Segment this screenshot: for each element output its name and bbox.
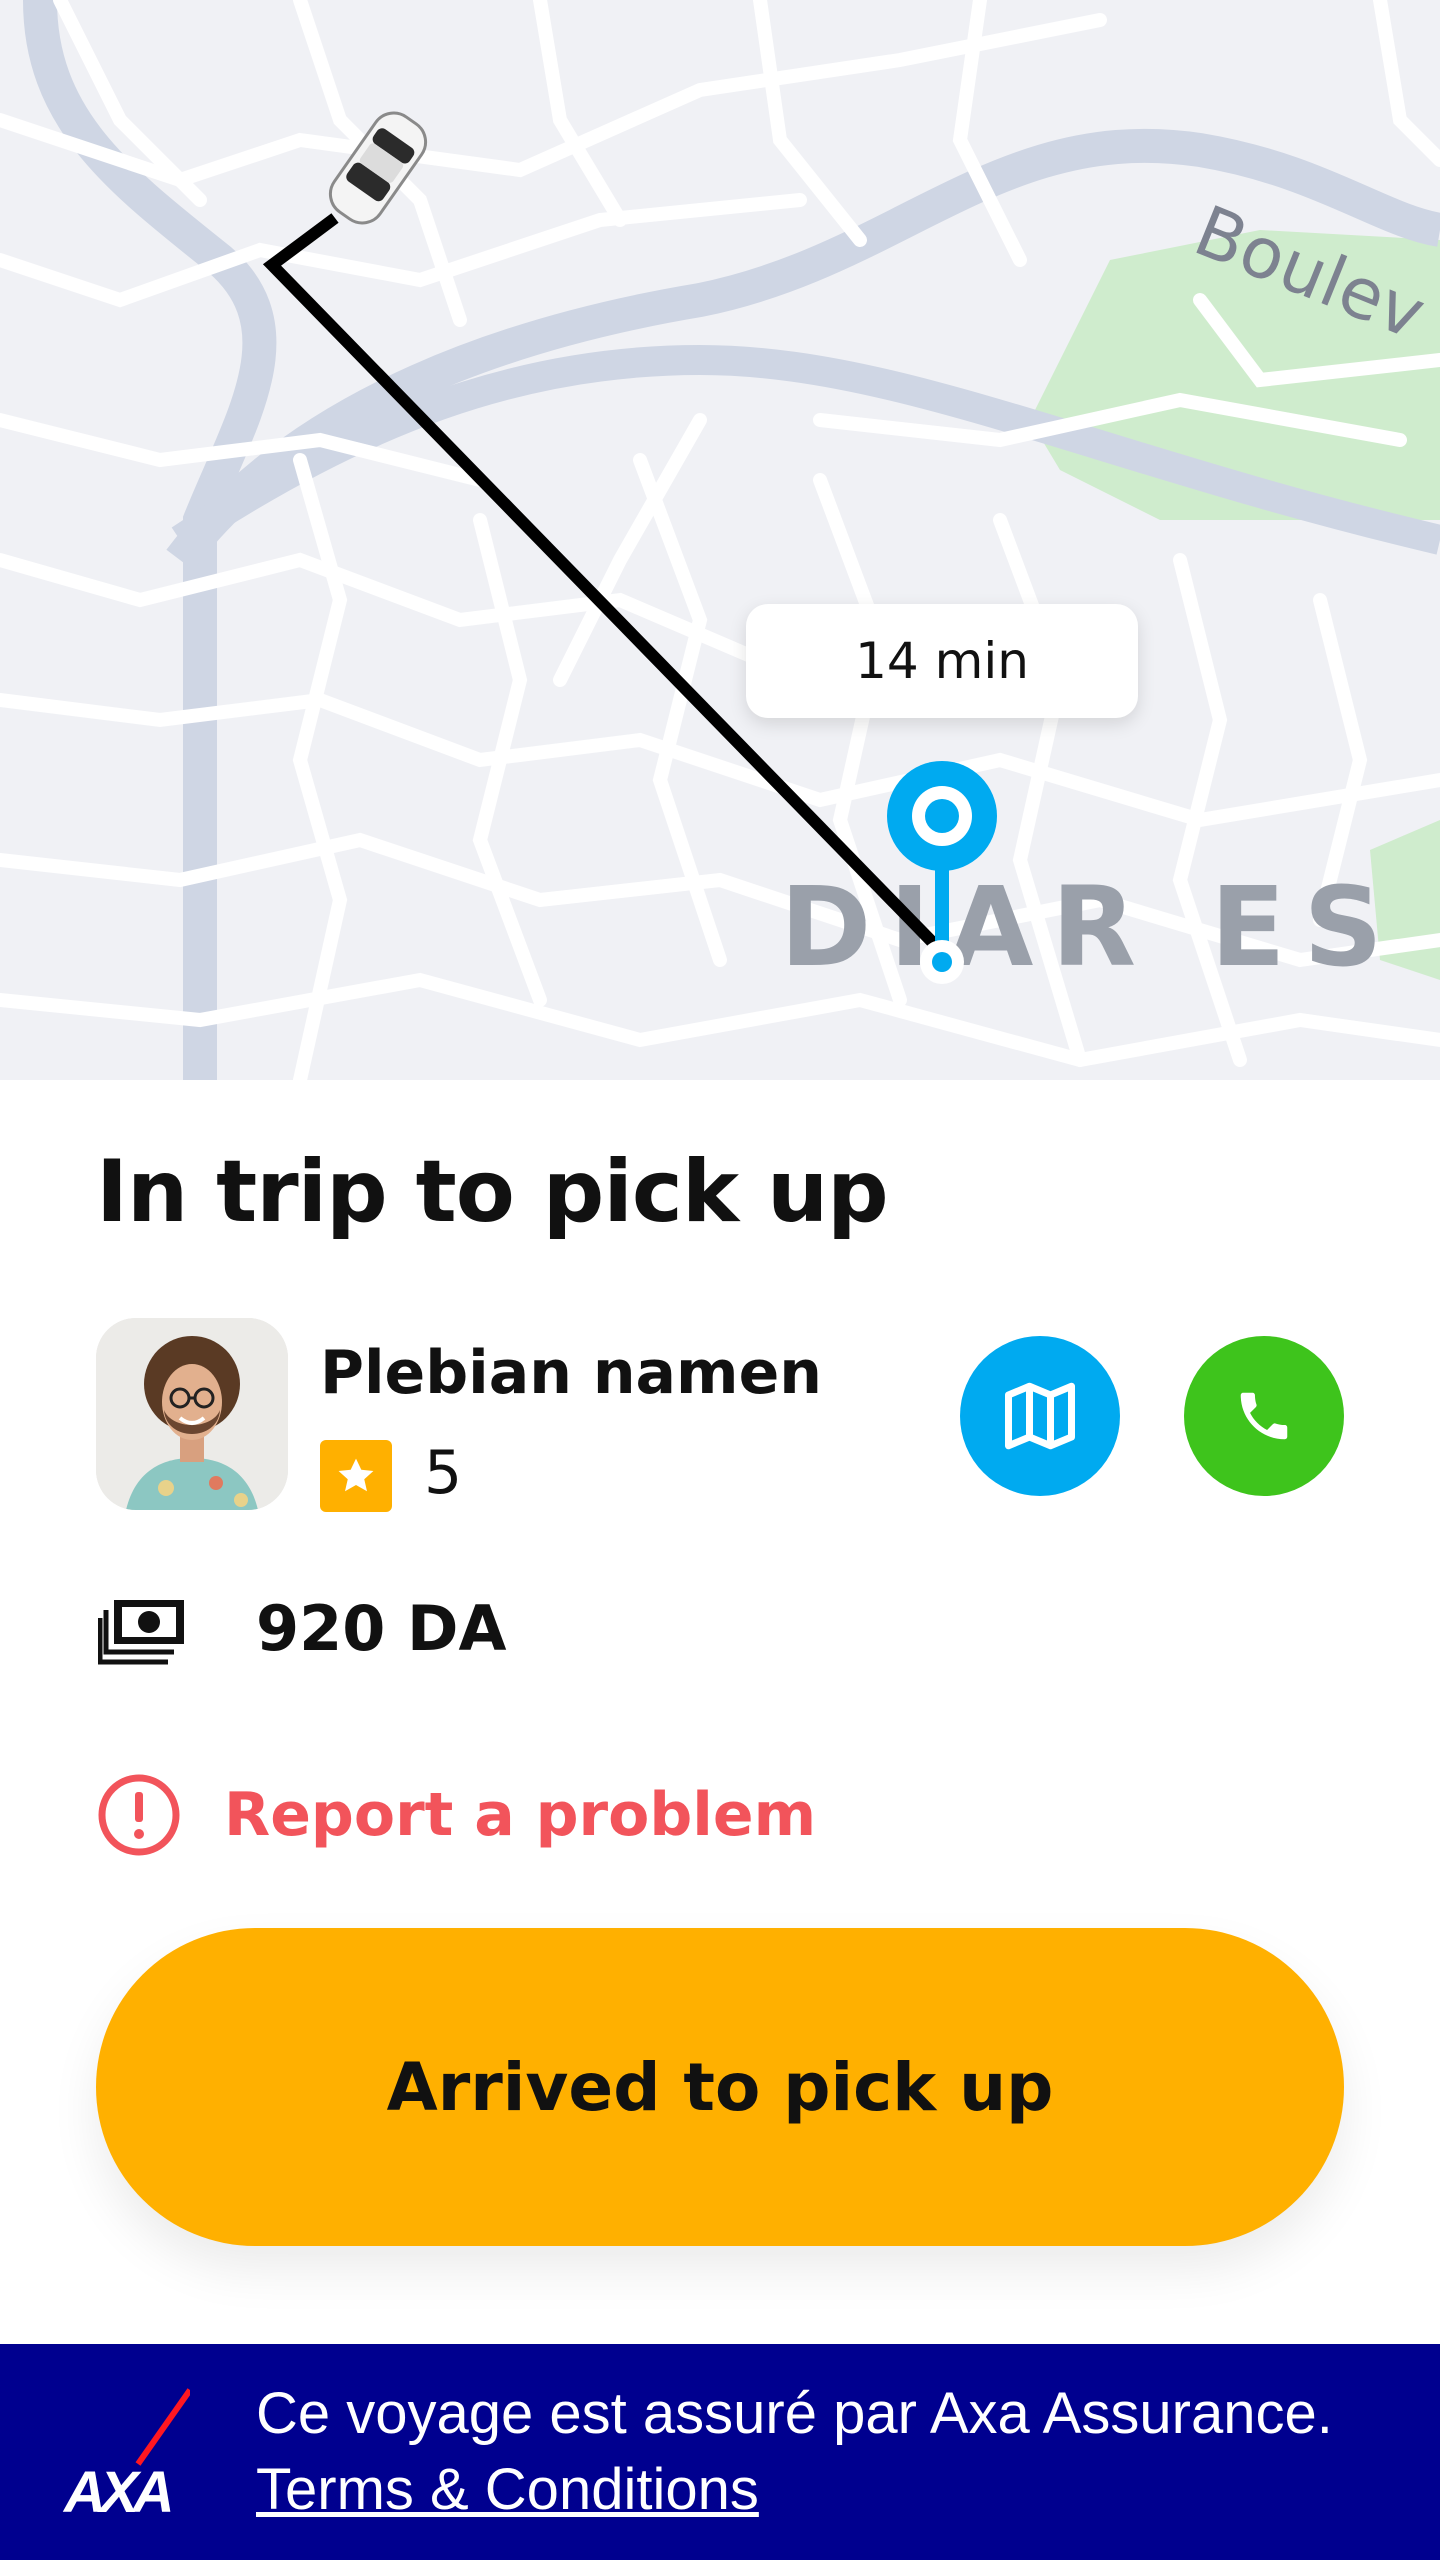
trip-price: 920 DA <box>256 1592 507 1665</box>
driver-rating: 5 <box>424 1438 463 1508</box>
eta-bubble: 14 min <box>746 604 1138 718</box>
open-map-button[interactable] <box>960 1336 1120 1496</box>
insurance-text: Ce voyage est assuré par Axa Assurance. <box>256 2381 1333 2446</box>
report-problem-label: Report a problem <box>224 1780 817 1850</box>
arrived-button-label: Arrived to pick up <box>386 2048 1054 2126</box>
star-icon <box>320 1440 392 1512</box>
avatar <box>96 1318 288 1510</box>
arrived-to-pickup-button[interactable]: Arrived to pick up <box>96 1928 1344 2246</box>
map-icon <box>1005 1382 1075 1450</box>
svg-text:AXA: AXA <box>62 2460 171 2524</box>
terms-conditions-link[interactable]: Terms & Conditions <box>256 2457 759 2522</box>
alert-circle-icon <box>98 1774 180 1856</box>
report-problem-link[interactable]: Report a problem <box>96 1770 816 1860</box>
eta-label: 14 min <box>855 632 1029 690</box>
driver-name: Plebian namen <box>320 1338 822 1408</box>
phone-icon <box>1240 1392 1288 1440</box>
map-view[interactable]: Boulev DIAR ES S 14 min <box>0 0 1440 1080</box>
cash-icon <box>98 1600 184 1665</box>
trip-status-title: In trip to pick up <box>96 1142 889 1242</box>
call-driver-button[interactable] <box>1184 1336 1344 1496</box>
map-streets: Boulev DIAR ES S <box>0 0 1440 1080</box>
insurance-banner: AXA Ce voyage est assuré par Axa Assuran… <box>0 2344 1440 2560</box>
insurance-text-block: Ce voyage est assuré par Axa Assurance. … <box>256 2376 1406 2528</box>
axa-logo: AXA <box>62 2388 190 2524</box>
